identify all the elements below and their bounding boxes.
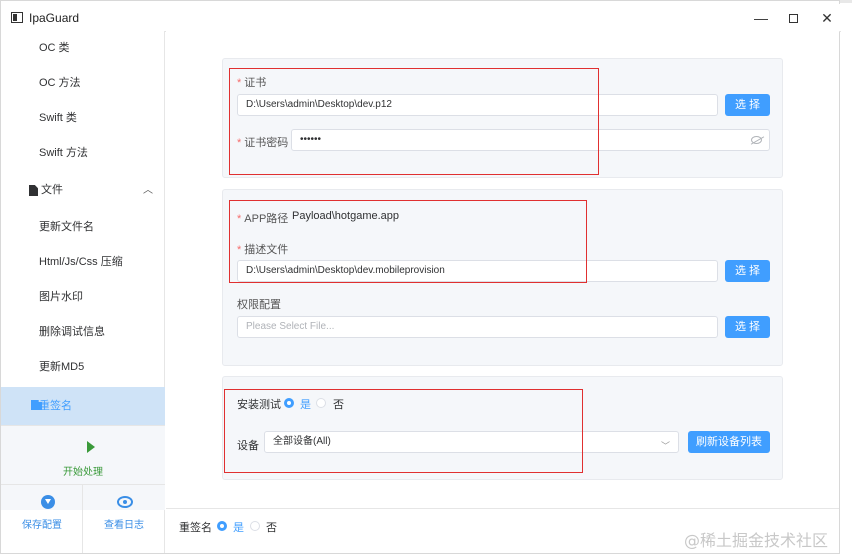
watermark: @稀土掘金技术社区 (684, 531, 829, 550)
eye-off-icon[interactable] (751, 136, 762, 144)
sidebar-item-update-md5[interactable]: 更新MD5 (1, 350, 165, 385)
sidebar-item-resign[interactable]: 重签名 (1, 387, 165, 425)
view-log-button[interactable]: 查看日志 (83, 484, 165, 553)
main-panel: * 证书 D:\Users\admin\Desktop\dev.p12 选 择 *… (166, 31, 839, 508)
sidebar-item-swift-class[interactable]: Swift 类 (1, 101, 165, 136)
app-icon (11, 12, 23, 23)
sidebar-item-rename-files[interactable]: 更新文件名 (1, 210, 165, 245)
sidebar-item-oc-method[interactable]: OC 方法 (1, 66, 165, 101)
highlight-box-install (224, 389, 583, 473)
refresh-devices-button[interactable]: 刷新设备列表 (688, 431, 770, 453)
footer-yes-radio[interactable] (217, 521, 227, 531)
entitlements-label: 权限配置 (237, 299, 281, 311)
view-log-label: 查看日志 (104, 520, 144, 531)
sidebar-group-file[interactable]: 文件 ︿ (1, 173, 165, 208)
entitlements-input[interactable]: Please Select File... (237, 316, 718, 338)
cert-select-button[interactable]: 选 择 (725, 94, 770, 116)
sidebar-group-label: 文件 (41, 184, 63, 196)
chevron-up-icon: ︿ (143, 185, 153, 196)
chevron-down-icon: ﹀ (660, 441, 670, 451)
download-icon (41, 495, 55, 509)
sidebar-item-swift-method[interactable]: Swift 方法 (1, 136, 165, 171)
footer-yes-label[interactable]: 是 (233, 519, 244, 535)
start-process-label: 开始处理 (63, 467, 103, 478)
maximize-icon (788, 13, 798, 23)
save-config-button[interactable]: 保存配置 (1, 484, 83, 553)
eye-icon (117, 496, 133, 508)
file-icon (29, 185, 38, 196)
footer-no-label[interactable]: 否 (266, 519, 277, 535)
close-button[interactable]: ✕ (807, 4, 847, 32)
entitlements-select-button[interactable]: 选 择 (725, 316, 770, 338)
play-icon (87, 441, 95, 453)
window-title: IpaGuard (29, 11, 80, 25)
highlight-box-app (229, 200, 587, 283)
sidebar-item-oc-class[interactable]: OC 类 (1, 31, 165, 66)
profile-select-button[interactable]: 选 择 (725, 260, 770, 282)
footer-no-radio[interactable] (250, 521, 260, 531)
sidebar-item-resign-label: 重签名 (39, 400, 72, 412)
sidebar-item-watermark[interactable]: 图片水印 (1, 280, 165, 315)
highlight-box-certificate (229, 68, 599, 175)
save-config-label: 保存配置 (22, 520, 62, 531)
sidebar-item-remove-debug[interactable]: 删除调试信息 (1, 315, 165, 350)
title-bar: IpaGuard — ✕ (1, 4, 841, 32)
sidebar: OC 类 OC 方法 Swift 类 Swift 方法 文件 ︿ 更新文件名 H… (1, 31, 165, 553)
footer-resign-label: 重签名 (179, 522, 212, 534)
sidebar-item-compress[interactable]: Html/Js/Css 压缩 (1, 245, 165, 280)
